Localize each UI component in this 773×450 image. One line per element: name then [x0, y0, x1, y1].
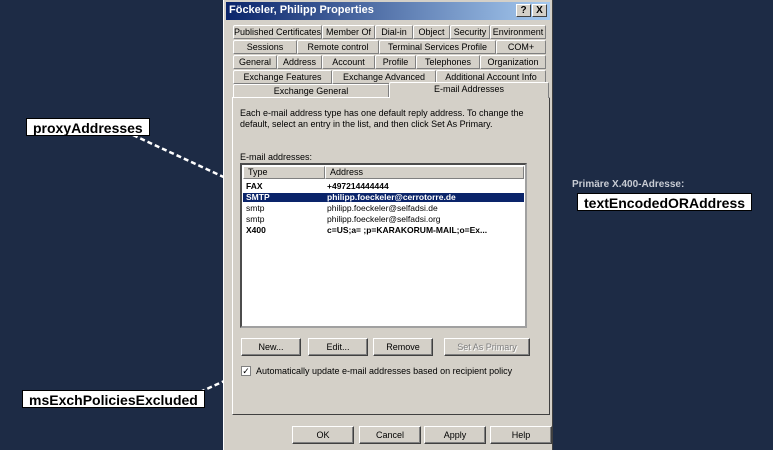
- column-header-address[interactable]: Address: [325, 166, 524, 179]
- text-encoded-or-address-callout: textEncodedORAddress: [577, 193, 753, 211]
- list-item[interactable]: smtp philipp.foeckeler@selfadsi.de: [243, 204, 524, 213]
- row-address: philipp.foeckeler@selfadsi.de: [327, 203, 438, 213]
- list-item-selected[interactable]: SMTP philipp.foeckeler@cerrotorre.de: [243, 193, 524, 202]
- auto-update-checkbox[interactable]: ✓: [241, 366, 251, 376]
- tab-account[interactable]: Account: [322, 55, 375, 69]
- tab-security[interactable]: Security: [450, 25, 490, 39]
- cancel-button[interactable]: Cancel: [359, 426, 421, 444]
- row-address: c=US;a= ;p=KARAKORUM-MAIL;o=Ex...: [327, 225, 488, 235]
- proxy-addresses-callout: proxyAddresses: [26, 118, 150, 136]
- auto-update-label: Automatically update e-mail addresses ba…: [256, 366, 513, 376]
- row-address: philipp.foeckeler@cerrotorre.de: [327, 192, 456, 202]
- row-type: smtp: [246, 214, 265, 224]
- title-bar[interactable]: Föckeler, Philipp Properties ? X: [226, 2, 550, 20]
- tab-general[interactable]: General: [233, 55, 277, 69]
- email-list-label: E-mail addresses:: [240, 152, 313, 162]
- tab-sessions[interactable]: Sessions: [233, 40, 297, 54]
- remove-button[interactable]: Remove: [373, 338, 433, 356]
- tab-exchange-general[interactable]: Exchange General: [233, 84, 389, 98]
- close-title-button[interactable]: X: [532, 4, 547, 17]
- row-type: X400: [246, 225, 266, 235]
- column-header-type[interactable]: Type: [243, 166, 325, 179]
- tab-member-of[interactable]: Member Of: [322, 25, 375, 39]
- tab-object[interactable]: Object: [413, 25, 450, 39]
- tab-remote-control[interactable]: Remote control: [297, 40, 379, 54]
- tab-profile[interactable]: Profile: [375, 55, 416, 69]
- tab-dial-in[interactable]: Dial-in: [375, 25, 413, 39]
- help-title-button[interactable]: ?: [516, 4, 531, 17]
- set-as-primary-button[interactable]: Set As Primary: [444, 338, 530, 356]
- tab-telephones[interactable]: Telephones: [416, 55, 480, 69]
- primary-x400-caption: Primäre X.400-Adresse:: [572, 179, 685, 190]
- row-type: smtp: [246, 203, 265, 213]
- tab-address[interactable]: Address: [277, 55, 322, 69]
- tab-terminal-services-profile[interactable]: Terminal Services Profile: [379, 40, 496, 54]
- new-button[interactable]: New...: [241, 338, 301, 356]
- tab-email-addresses[interactable]: E-mail Addresses: [389, 82, 549, 98]
- list-item[interactable]: smtp philipp.foeckeler@selfadsi.org: [243, 215, 524, 224]
- help-button[interactable]: Help: [490, 426, 552, 444]
- row-address: philipp.foeckeler@selfadsi.org: [327, 214, 441, 224]
- tab-com-plus[interactable]: COM+: [496, 40, 546, 54]
- row-type: SMTP: [246, 192, 270, 202]
- tab-published-certificates[interactable]: Published Certificates: [233, 25, 322, 39]
- row-address: +497214444444: [327, 181, 389, 191]
- dialog-title: Föckeler, Philipp Properties: [229, 4, 374, 16]
- list-item[interactable]: X400 c=US;a= ;p=KARAKORUM-MAIL;o=Ex...: [243, 226, 524, 235]
- row-type: FAX: [246, 181, 263, 191]
- ok-button[interactable]: OK: [292, 426, 354, 444]
- description-text: Each e-mail address type has one default…: [240, 108, 524, 129]
- email-address-list[interactable]: Type Address FAX +497214444444 SMTP phil…: [240, 163, 527, 328]
- tab-environment[interactable]: Environment: [490, 25, 546, 39]
- apply-button[interactable]: Apply: [424, 426, 486, 444]
- edit-button[interactable]: Edit...: [308, 338, 368, 356]
- tab-organization[interactable]: Organization: [480, 55, 546, 69]
- list-item[interactable]: FAX +497214444444: [243, 182, 524, 191]
- tab-exchange-features[interactable]: Exchange Features: [233, 70, 332, 84]
- policies-excluded-callout: msExchPoliciesExcluded: [22, 390, 205, 408]
